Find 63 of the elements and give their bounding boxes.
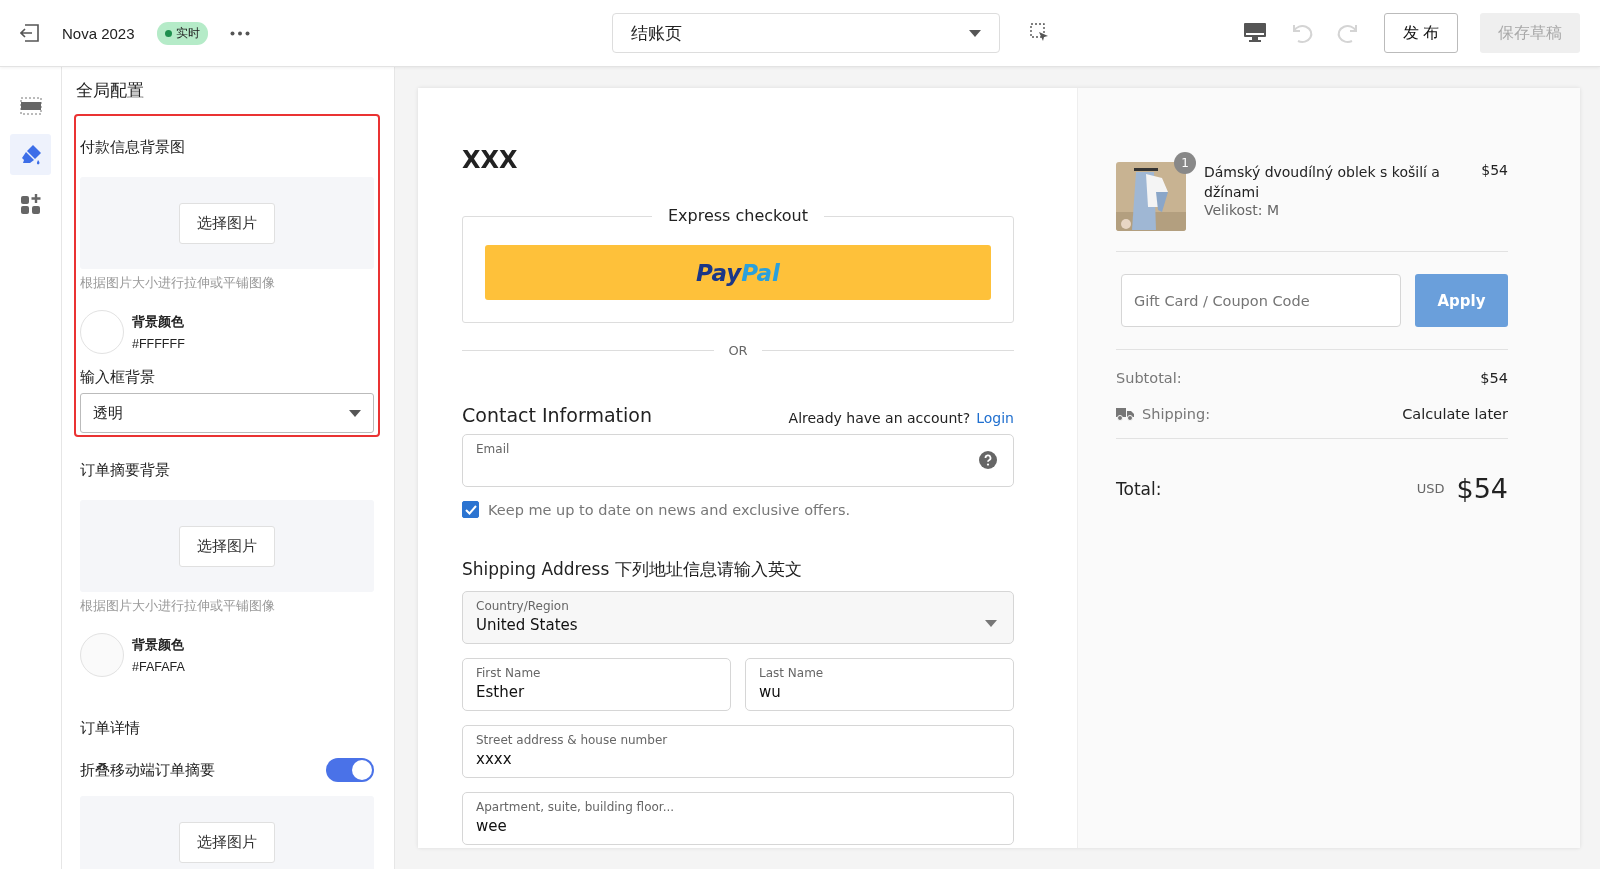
section-heading: 付款信息背景图 [80, 138, 186, 157]
or-divider-text: OR [728, 343, 748, 358]
input-field[interactable]: Street address & house number xxxx [462, 725, 1014, 778]
section-title: Contact Information [462, 404, 652, 426]
panel-title: 全局配置 [76, 80, 145, 102]
color-value: #FAFAFA [132, 659, 185, 674]
caret-icon [969, 29, 981, 37]
color-swatch[interactable] [80, 633, 124, 677]
truck-icon [1116, 407, 1134, 421]
color-label: 背景颜色 [132, 313, 185, 331]
input-field[interactable]: First Name Esther [462, 658, 731, 711]
hint-text: 根据图片大小进行拉伸或平铺图像 [80, 598, 276, 615]
product-variant: Velikost: M [1204, 202, 1281, 218]
desktop-icon[interactable] [1243, 23, 1266, 43]
exit-icon[interactable] [20, 24, 40, 42]
layout-icon [19, 96, 42, 115]
caret-icon [985, 620, 997, 627]
section-title: Shipping Address 下列地址信息请输入英文 [462, 558, 803, 581]
quantity-badge: 1 [1174, 152, 1196, 174]
color-swatch[interactable] [80, 310, 124, 354]
add-widget-icon [19, 192, 42, 215]
email-field[interactable]: Email [462, 434, 1014, 487]
help-icon[interactable] [979, 451, 997, 469]
choose-image-button[interactable]: 选择图片 [179, 525, 275, 567]
subtotal-label: Subtotal: [1116, 370, 1182, 386]
paypal-button[interactable]: PayPal [485, 245, 991, 300]
total-value: $54 [1456, 473, 1508, 504]
product-price: $54 [1481, 162, 1508, 180]
store-name: Nova 2023 [62, 24, 135, 42]
field-label: 输入框背景 [80, 368, 156, 387]
choose-image-button[interactable]: 选择图片 [179, 821, 275, 863]
rail-tab[interactable] [10, 134, 51, 175]
store-title: XXX [462, 146, 519, 174]
account-prompt: Already have an account? [788, 410, 971, 426]
choose-image-button[interactable]: 选择图片 [179, 202, 275, 244]
section-heading: 订单摘要背景 [80, 461, 171, 480]
currency-code: USD [1416, 481, 1445, 496]
section-heading: 订单详情 [80, 719, 141, 738]
express-checkout-title: Express checkout [651, 206, 824, 225]
product-name: Dámský dvoudílný oblek s košilí a džínami [1204, 163, 1441, 202]
toggle-switch[interactable] [326, 758, 374, 782]
subtotal-value: $54 [1480, 370, 1508, 386]
caret-icon [349, 409, 361, 417]
toggle-label: 折叠移动端订单摘要 [80, 760, 215, 780]
color-label: 背景颜色 [132, 636, 185, 654]
page-select[interactable]: 结账页 [612, 13, 1000, 53]
coupon-field[interactable]: Gift Card / Coupon Code [1121, 274, 1401, 327]
input-field[interactable]: Apartment, suite, building floor... wee [462, 792, 1014, 845]
publish-button[interactable]: 发 布 [1383, 13, 1458, 53]
country-select[interactable]: Country/Region United States [462, 591, 1014, 644]
more-icon[interactable] [229, 30, 250, 36]
select-field[interactable]: 透明 [80, 393, 374, 433]
newsletter-checkbox[interactable] [462, 501, 479, 518]
color-value: #FFFFFF [132, 336, 185, 351]
login-link[interactable]: Login [976, 410, 1014, 426]
status-badge: 实时 [156, 21, 208, 45]
shipping-value: Calculate later [1402, 406, 1508, 422]
shipping-label: Shipping: [1142, 406, 1211, 422]
newsletter-label: Keep me up to date on news and exclusive offers. [488, 501, 851, 518]
hint-text: 根据图片大小进行拉伸或平铺图像 [80, 275, 276, 292]
select-tool-icon[interactable] [1030, 23, 1050, 43]
input-field[interactable]: Last Name wu [745, 658, 1014, 711]
total-label: Total: [1116, 478, 1162, 499]
